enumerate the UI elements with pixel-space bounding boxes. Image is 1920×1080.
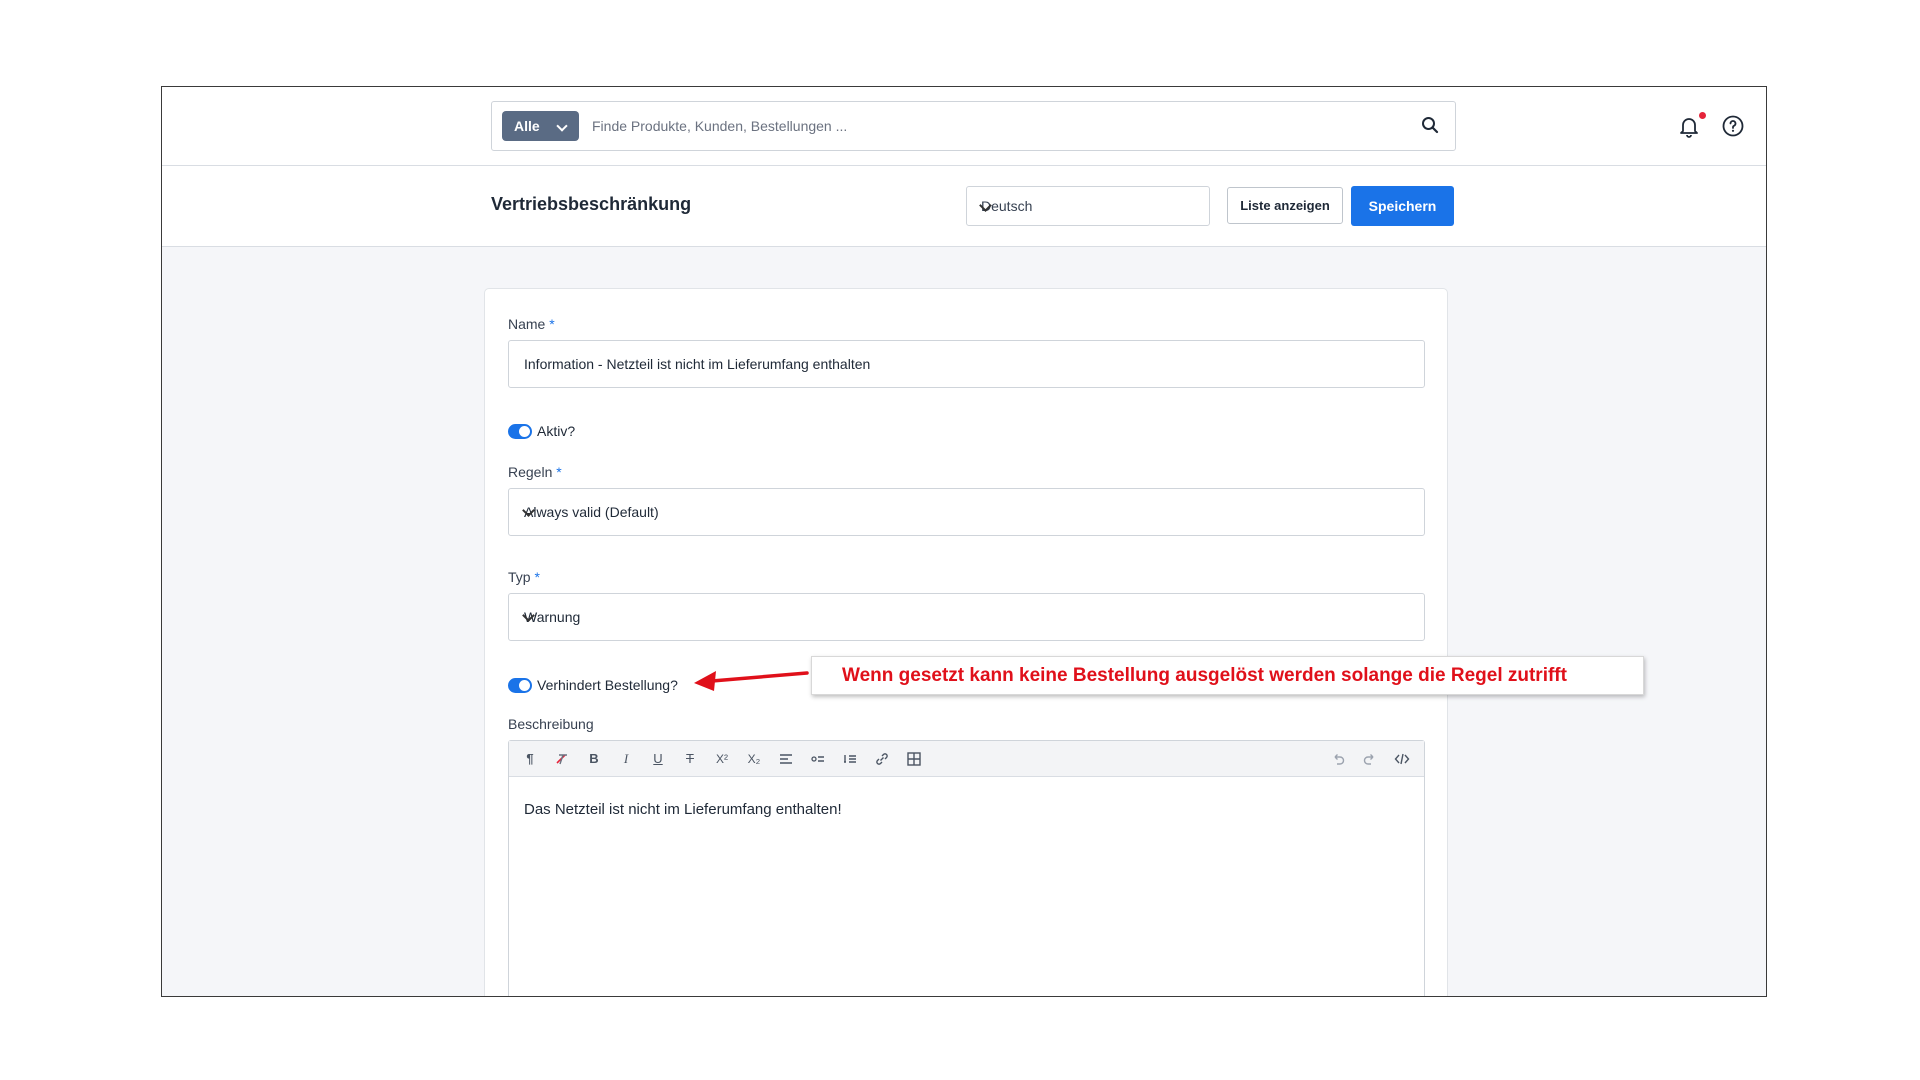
italic-icon[interactable]: I	[617, 750, 635, 768]
rules-value: Always valid (Default)	[524, 504, 659, 520]
description-label: Beschreibung	[508, 716, 594, 732]
name-input[interactable]: Information - Netzteil ist nicht im Lief…	[508, 340, 1425, 388]
global-search: Alle	[491, 101, 1456, 151]
clear-format-icon[interactable]	[553, 750, 571, 768]
editor-toolbar: ¶ B I U T X² X₂	[509, 741, 1424, 777]
bold-icon[interactable]: B	[585, 750, 603, 768]
redo-icon[interactable]	[1361, 750, 1379, 768]
type-select[interactable]: Warnung	[508, 593, 1425, 641]
active-toggle[interactable]	[508, 424, 532, 439]
rules-label: Regeln *	[508, 464, 562, 480]
prevents-order-label: Verhindert Bestellung?	[537, 677, 678, 693]
annotation-callout: Wenn gesetzt kann keine Bestellung ausge…	[811, 656, 1644, 695]
bell-icon[interactable]	[1677, 114, 1701, 138]
page-title: Vertriebsbeschränkung	[491, 194, 692, 214]
type-label: Typ *	[508, 569, 540, 585]
top-bar: Alle	[162, 87, 1766, 166]
annotation-text: Wenn gesetzt kann keine Bestellung ausge…	[842, 665, 1567, 686]
search-input[interactable]	[592, 111, 1392, 141]
app-window: Alle Vertriebsbeschränkung Deutsch Li	[161, 86, 1767, 997]
search-type-dropdown[interactable]: Alle	[502, 111, 579, 141]
superscript-icon[interactable]: X²	[713, 750, 731, 768]
table-icon[interactable]	[905, 750, 923, 768]
paragraph-icon[interactable]: ¶	[521, 750, 539, 768]
show-list-button[interactable]: Liste anzeigen	[1227, 187, 1343, 224]
search-type-label: Alle	[514, 118, 540, 134]
language-select[interactable]: Deutsch	[966, 186, 1210, 226]
annotation-arrow-icon	[694, 671, 809, 691]
name-value: Information - Netzteil ist nicht im Lief…	[524, 356, 871, 372]
underline-icon[interactable]: U	[649, 750, 667, 768]
active-label: Aktiv?	[537, 423, 576, 439]
link-icon[interactable]	[873, 750, 891, 768]
subscript-icon[interactable]: X₂	[745, 750, 763, 768]
prevents-order-toggle[interactable]	[508, 678, 532, 693]
search-icon[interactable]	[1421, 116, 1439, 134]
name-label: Name *	[508, 316, 555, 332]
align-left-icon[interactable]	[777, 750, 795, 768]
help-icon[interactable]	[1721, 114, 1745, 138]
form-card: Name * Information - Netzteil ist nicht …	[484, 288, 1448, 996]
notification-dot	[1699, 112, 1706, 119]
bullet-list-icon[interactable]	[809, 750, 827, 768]
page-header: Vertriebsbeschränkung Deutsch Liste anze…	[162, 166, 1766, 247]
editor-content[interactable]: Das Netzteil ist nicht im Lieferumfang e…	[524, 801, 842, 818]
chevron-down-icon	[556, 120, 568, 132]
strikethrough-icon[interactable]: T	[681, 750, 699, 768]
save-button[interactable]: Speichern	[1351, 186, 1454, 226]
code-view-icon[interactable]	[1393, 750, 1411, 768]
undo-icon[interactable]	[1329, 750, 1347, 768]
description-editor: ¶ B I U T X² X₂ Das Netzteil ist nicht i…	[508, 740, 1425, 996]
numbered-list-icon[interactable]	[841, 750, 859, 768]
rules-select[interactable]: Always valid (Default)	[508, 488, 1425, 536]
